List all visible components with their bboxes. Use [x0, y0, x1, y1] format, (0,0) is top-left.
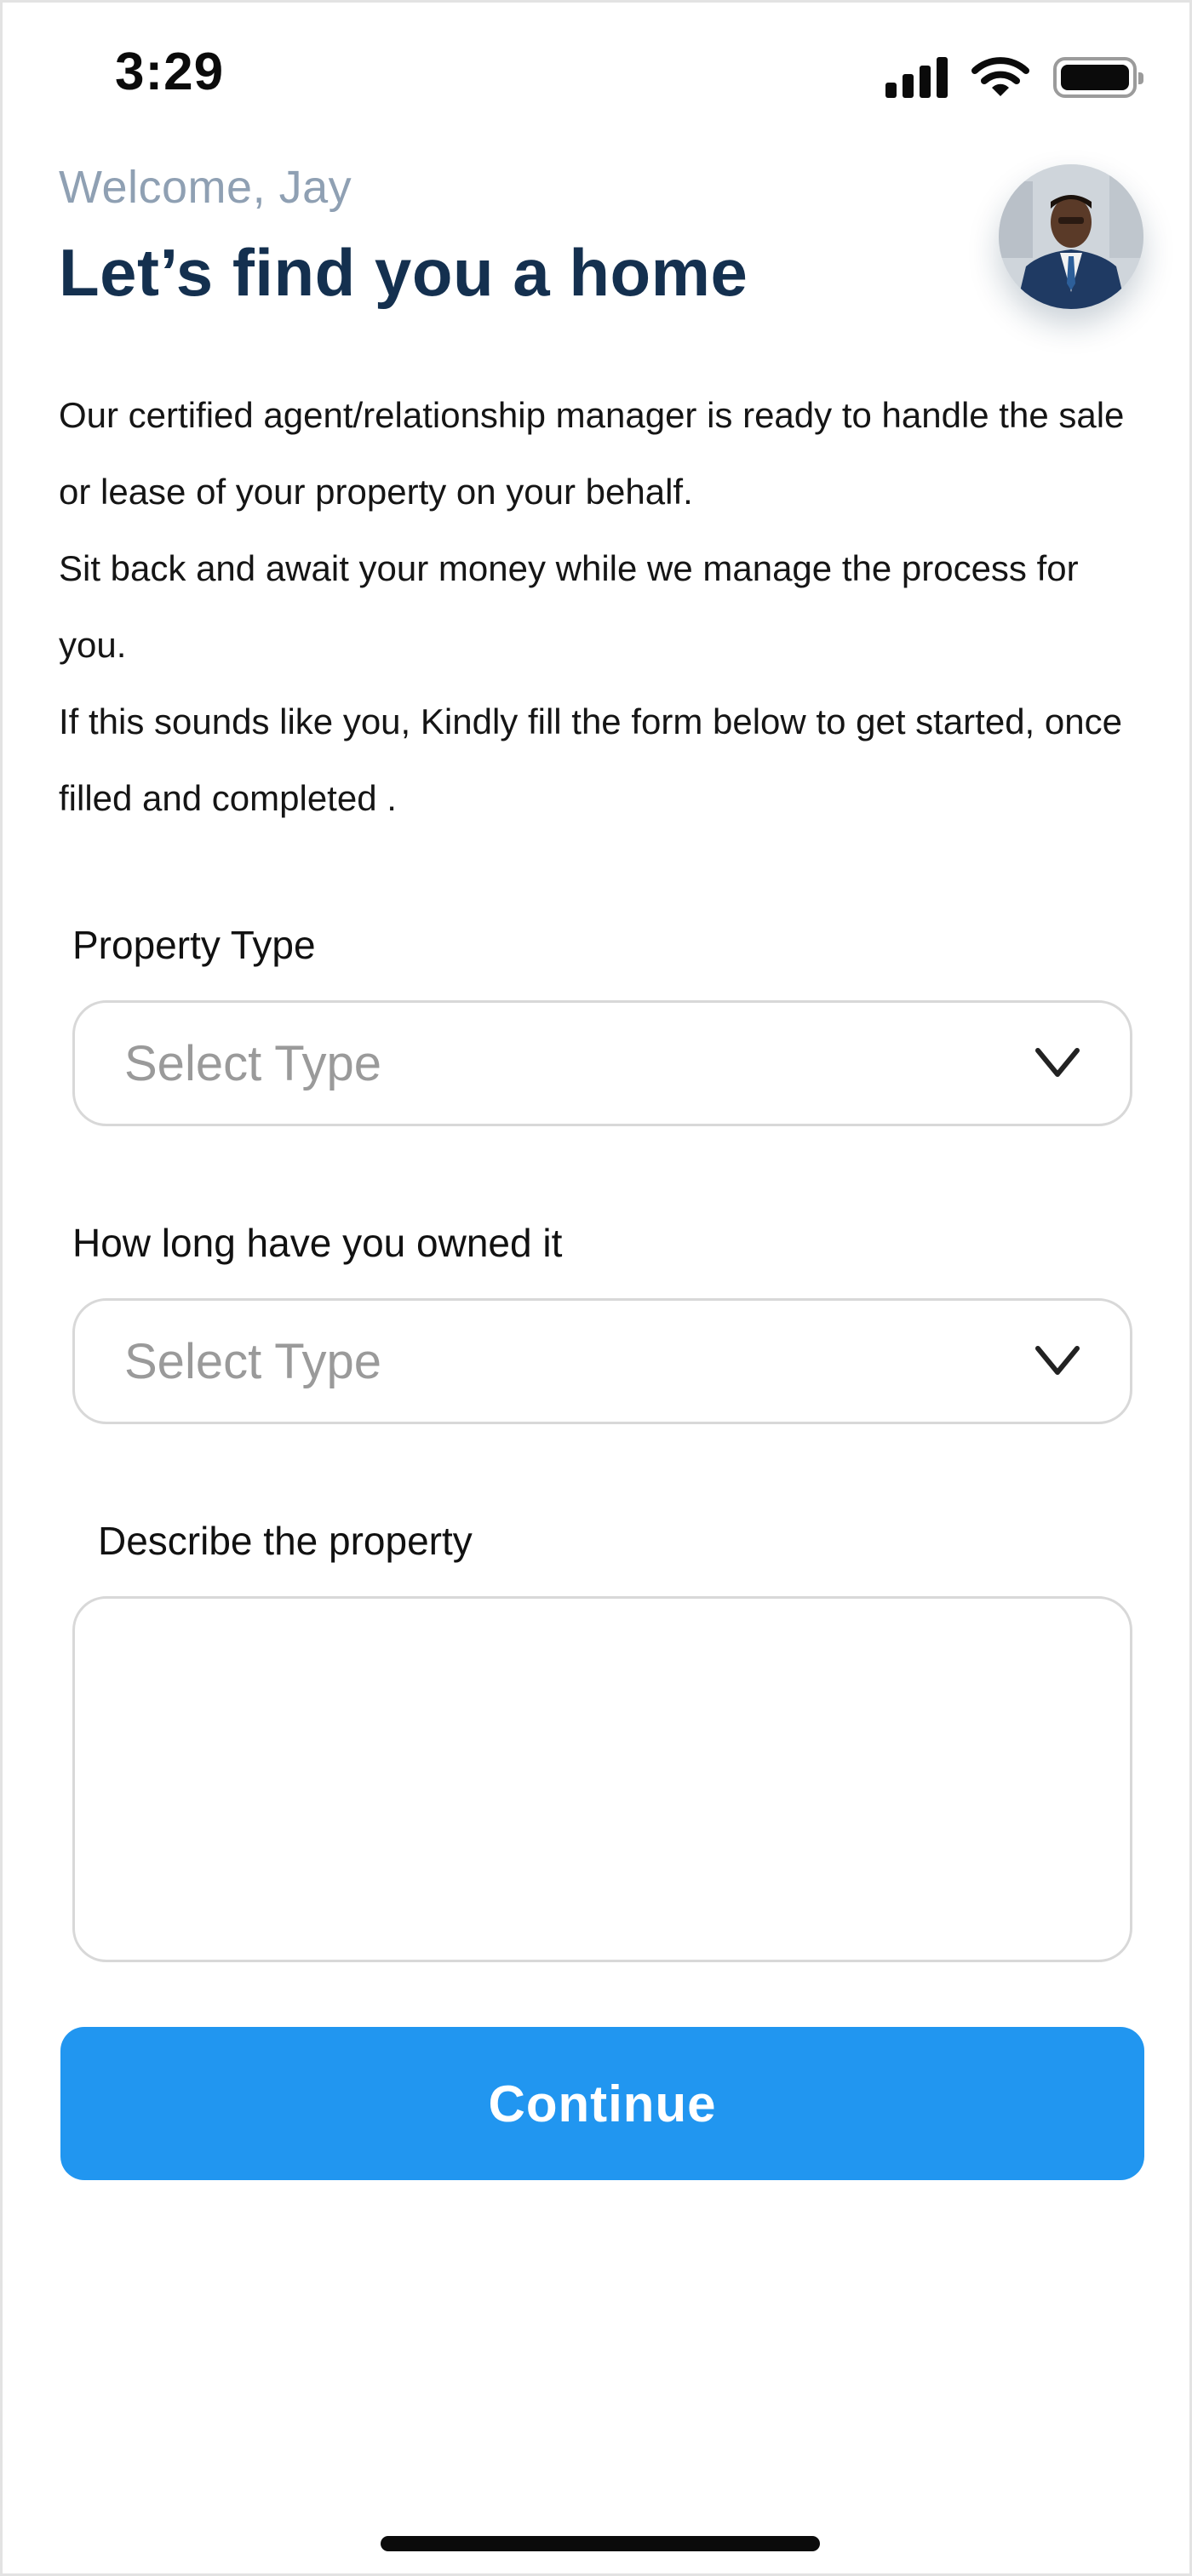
property-type-select[interactable]: Select Type: [72, 1000, 1132, 1126]
welcome-text: Welcome, Jay: [59, 162, 352, 213]
chevron-down-icon: [1035, 1048, 1080, 1077]
status-time: 3:29: [115, 43, 225, 101]
ownership-duration-value: Select Type: [124, 1333, 382, 1389]
avatar[interactable]: [999, 164, 1143, 309]
status-icons: [885, 55, 1143, 98]
description-textarea[interactable]: [72, 1596, 1132, 1962]
intro-line-3: If this sounds like you, Kindly fill the…: [59, 701, 1122, 818]
page-title: Let’s find you a home: [59, 235, 748, 310]
intro-line-1: Our certified agent/relationship manager…: [59, 395, 1125, 512]
continue-button[interactable]: Continue: [60, 2027, 1144, 2180]
chevron-down-icon: [1035, 1346, 1080, 1375]
intro-text: Our certified agent/relationship manager…: [59, 377, 1149, 837]
description-label: Describe the property: [98, 1519, 473, 1563]
wifi-icon: [971, 57, 1029, 96]
avatar-photo: [999, 164, 1143, 309]
signal-icon: [885, 57, 948, 98]
ownership-duration-label: How long have you owned it: [72, 1221, 563, 1265]
intro-line-2: Sit back and await your money while we m…: [59, 548, 1079, 665]
property-type-label: Property Type: [72, 923, 316, 967]
property-type-value: Select Type: [124, 1035, 382, 1091]
battery-icon: [1053, 57, 1143, 98]
home-indicator[interactable]: [381, 2536, 820, 2551]
app-screen: 3:29 Welcome, Jay Let’s find you a home: [0, 0, 1192, 2576]
ownership-duration-select[interactable]: Select Type: [72, 1298, 1132, 1424]
